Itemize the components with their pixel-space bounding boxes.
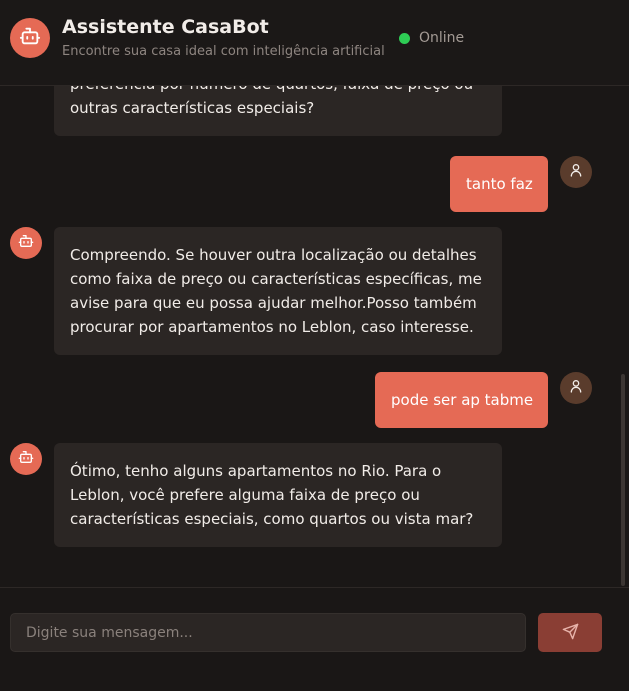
user-message: tanto faz [450, 156, 548, 212]
send-button[interactable] [538, 613, 602, 652]
message-list[interactable]: preferência por número de quartos, faixa… [0, 86, 629, 586]
message-line: outras características especiais? [70, 99, 315, 117]
page-title: Assistente CasaBot [62, 16, 269, 38]
send-icon [562, 623, 579, 643]
message-line: avise para que eu possa ajudar melhor.Po… [70, 294, 477, 312]
robot-icon [18, 449, 34, 469]
bot-avatar [10, 443, 42, 475]
robot-icon [19, 25, 41, 51]
assistant-avatar [10, 18, 50, 58]
page-subtitle: Encontre sua casa ideal com inteligência… [62, 44, 385, 59]
status-label: Online [419, 30, 465, 46]
user-icon [568, 378, 584, 398]
chat-app: Assistente CasaBot Encontre sua casa ide… [0, 0, 629, 691]
bot-avatar [10, 227, 42, 259]
message-line: Compreendo. Se houver outra localização … [70, 246, 477, 264]
message-line: preferência por número de quartos, faixa… [70, 86, 486, 96]
online-dot-icon [399, 32, 410, 44]
user-avatar [560, 156, 592, 188]
user-avatar [560, 372, 592, 404]
message-line: procurar por apartamentos no Leblon, cas… [70, 318, 474, 336]
bot-message: Ótimo, tenho alguns apartamentos no Rio.… [54, 443, 502, 547]
message-line: Ótimo, tenho alguns apartamentos no Rio.… [70, 462, 442, 480]
message-text: pode ser ap tabme [391, 391, 534, 409]
chat-header: Assistente CasaBot Encontre sua casa ide… [0, 0, 629, 86]
message-line: características especiais, como quartos … [70, 510, 474, 528]
bot-message: Compreendo. Se houver outra localização … [54, 227, 502, 355]
message-input[interactable] [10, 613, 526, 652]
robot-icon [18, 233, 34, 253]
bot-message: preferência por número de quartos, faixa… [54, 86, 502, 136]
message-composer [0, 587, 629, 691]
message-line: como faixa de preço ou características e… [70, 270, 482, 288]
chat-scrollbar[interactable] [621, 374, 625, 586]
user-message: pode ser ap tabme [375, 372, 548, 428]
user-icon [568, 162, 584, 182]
message-line: Leblon, você prefere alguma faixa de pre… [70, 486, 420, 504]
message-text: tanto faz [466, 175, 533, 193]
status-indicator: Online [399, 30, 464, 46]
